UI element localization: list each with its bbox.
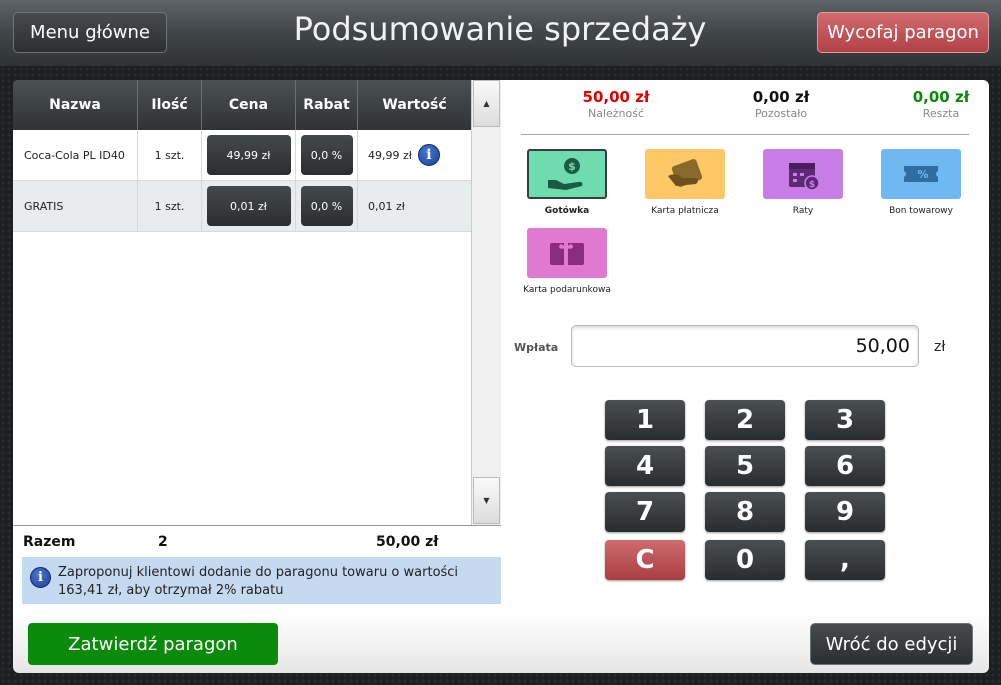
keypad-key-8[interactable]: 8 (705, 492, 785, 532)
summary-label: Razem (23, 534, 76, 550)
table-row[interactable]: Coca-Cola PL ID40 1 szt. 49,99 zł 0,0 % … (13, 130, 471, 181)
column-header-discount: Rabat (296, 80, 358, 130)
payment-amount-input[interactable] (571, 325, 919, 367)
summary-count: 2 (158, 534, 168, 550)
hint-text: Zaproponuj klientowi dodanie do paragonu… (58, 565, 459, 598)
item-price-button[interactable]: 0,01 zł (206, 186, 291, 226)
payment-method-label: Raty (792, 206, 814, 216)
amount-remaining: 0,00 zł Pozostało (726, 88, 836, 120)
cancel-receipt-button[interactable]: Wycofaj paragon (817, 12, 989, 53)
item-discount-cell: 0,0 % (296, 181, 358, 231)
item-discount-button[interactable]: 0,0 % (300, 135, 353, 175)
payment-method-label: Karta płatnicza (651, 206, 719, 216)
item-quantity: 1 szt. (138, 181, 202, 231)
triangle-down-icon[interactable]: ▼ (473, 477, 500, 524)
amount-remaining-value: 0,00 zł (752, 88, 810, 106)
amount-change: 0,00 zł Reszta (896, 88, 986, 120)
keypad-key-7[interactable]: 7 (605, 492, 685, 532)
keypad-key-1[interactable]: 1 (605, 400, 685, 440)
column-header-name: Nazwa (13, 80, 138, 130)
payment-amount-label: Wpłata (514, 341, 559, 354)
svg-text:$: $ (568, 160, 576, 173)
keypad-key-4[interactable]: 4 (605, 446, 685, 486)
item-price-cell: 49,99 zł (202, 130, 296, 180)
payment-method-gift-card[interactable]: Karta podarunkowa (507, 228, 627, 295)
table-scrollbar[interactable]: ▲ ▼ (471, 80, 501, 525)
amount-change-value: 0,00 zł (912, 88, 970, 106)
payment-method-cash[interactable]: $ Gotówka (507, 149, 627, 216)
table-header: Nazwa Ilość Cena Rabat Wartość (13, 80, 471, 130)
item-price-cell: 0,01 zł (202, 181, 296, 231)
summary-total: 50,00 zł (376, 534, 439, 550)
item-discount-button[interactable]: 0,0 % (300, 186, 353, 226)
item-quantity: 1 szt. (138, 130, 202, 180)
item-name: GRATIS (13, 181, 138, 231)
item-value: 0,01 zł (368, 199, 405, 213)
voucher-percent-icon: % (881, 149, 961, 199)
amounts-divider (521, 134, 969, 135)
payment-method-installments[interactable]: $ Raty (743, 149, 863, 216)
main-menu-button[interactable]: Menu główne (13, 12, 167, 53)
keypad-key-0[interactable]: 0 (705, 540, 785, 580)
keypad-key-3[interactable]: 3 (805, 400, 885, 440)
amount-due-value: 50,00 zł (582, 88, 650, 106)
payment-method-label: Bon towarowy (889, 206, 953, 216)
items-panel: Nazwa Ilość Cena Rabat Wartość Coca-Cola… (13, 80, 501, 612)
item-name: Coca-Cola PL ID40 (13, 130, 138, 180)
column-header-quantity: Ilość (138, 80, 202, 130)
column-header-price: Cena (202, 80, 296, 130)
payment-method-card[interactable]: Karta płatnicza (625, 149, 745, 216)
item-discount-cell: 0,0 % (296, 130, 358, 180)
payment-panel: 50,00 zł Należność 0,00 zł Pozostało 0,0… (501, 80, 989, 612)
card-hand-icon (645, 149, 725, 199)
cash-hand-icon: $ (527, 149, 607, 199)
payment-method-voucher[interactable]: % Bon towarowy (861, 149, 981, 216)
info-icon: i (30, 567, 51, 588)
amount-change-label: Reszta (922, 107, 960, 120)
keypad-clear-button[interactable]: C (605, 540, 685, 580)
calendar-money-icon: $ (763, 149, 843, 199)
amount-due-label: Należność (587, 107, 645, 120)
discount-hint: i Zaproponuj klientowi dodanie do parago… (22, 557, 501, 604)
svg-text:%: % (917, 168, 928, 181)
amount-remaining-label: Pozostało (754, 107, 808, 120)
keypad-key-5[interactable]: 5 (705, 446, 785, 486)
payment-method-label: Karta podarunkowa (523, 285, 611, 295)
payment-method-label: Gotówka (544, 206, 590, 216)
triangle-up-icon[interactable]: ▲ (473, 80, 500, 127)
item-value: 49,99 zł (368, 148, 412, 162)
bottom-bar: Zatwierdź paragon Wróć do edycji (13, 612, 989, 673)
amount-due: 50,00 zł Należność (561, 88, 671, 120)
top-bar: Menu główne Podsumowanie sprzedaży Wycof… (0, 0, 1001, 66)
summary-divider (13, 525, 501, 526)
keypad-key-6[interactable]: 6 (805, 446, 885, 486)
keypad-key-comma[interactable]: , (805, 540, 885, 580)
keypad-key-9[interactable]: 9 (805, 492, 885, 532)
confirm-receipt-button[interactable]: Zatwierdź paragon (28, 623, 278, 665)
svg-text:$: $ (809, 180, 815, 190)
payment-currency-label: zł (934, 339, 946, 355)
page-title: Podsumowanie sprzedaży (293, 10, 707, 48)
item-value-cell: 49,99 zł i (358, 130, 471, 180)
back-to-edit-button[interactable]: Wróć do edycji (810, 623, 973, 665)
table-row[interactable]: GRATIS 1 szt. 0,01 zł 0,0 % 0,01 zł (13, 181, 471, 232)
item-price-button[interactable]: 49,99 zł (206, 135, 291, 175)
keypad-key-2[interactable]: 2 (705, 400, 785, 440)
column-header-value: Wartość (382, 97, 447, 113)
gift-card-icon (527, 228, 607, 278)
info-icon[interactable]: i (417, 144, 440, 166)
